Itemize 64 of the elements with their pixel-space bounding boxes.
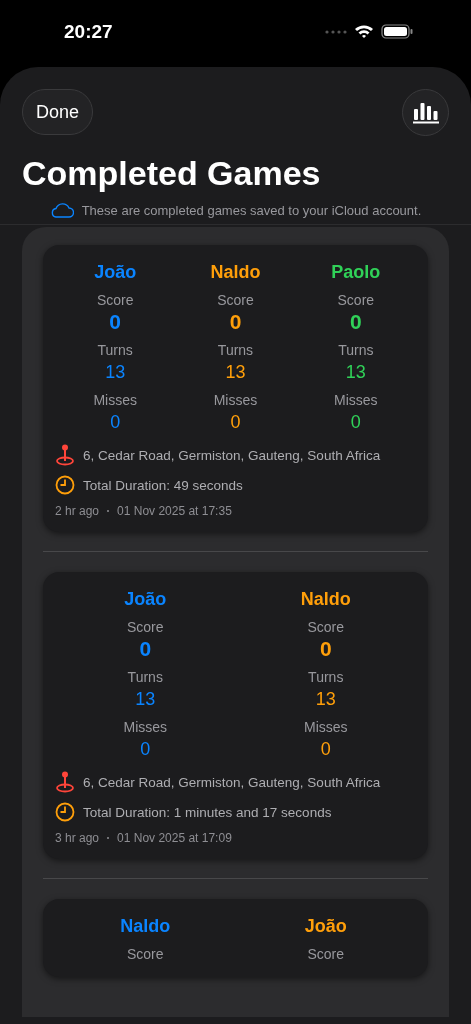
page-title: Completed Games [22,153,322,193]
game-date: 01 Nov 2025 at 17:09 [117,831,232,845]
icloud-note: These are completed games saved to your iCloud account. [81,202,422,218]
player-name: João [94,261,137,284]
stat-label: Misses [93,391,137,409]
map-pin-icon [55,771,75,793]
relative-time: 2 hr ago [55,504,100,518]
stat-value: 0 [139,636,152,662]
game-date: 01 Nov 2025 at 17:35 [117,504,232,518]
stat-label: Score [307,618,345,636]
bar-chart-icon [412,101,439,124]
stat-label: Turns [308,668,344,686]
game-card[interactable]: Naldo Score João Score [43,899,428,977]
stat-label: Turns [217,341,254,359]
stat-label: Misses [303,718,348,736]
status-time: 20:27 [64,20,113,43]
duration-text: Total Duration: 49 seconds [83,477,243,493]
stat-value: 0 [140,738,151,761]
stat-value: 0 [350,309,362,335]
stat-label: Misses [213,391,258,409]
map-pin-icon [55,444,75,466]
stat-value: 13 [345,361,366,384]
stat-label: Turns [127,668,163,686]
stat-value: 13 [105,361,126,384]
chart-button[interactable] [402,89,449,136]
stat-label: Score [96,291,134,309]
stat-label: Turns [97,341,133,359]
clock-icon [55,802,75,822]
stat-label: Score [126,618,164,636]
stat-value: 13 [135,688,156,711]
stat-value: 0 [230,411,241,434]
duration-text: Total Duration: 1 minutes and 17 seconds [83,804,332,820]
stat-label: Misses [123,718,168,736]
signal-icon [325,29,347,34]
stat-value: 0 [110,411,121,434]
player-name: Paolo [331,261,381,284]
stat-label: Score [337,291,375,309]
stat-value: 0 [319,636,332,662]
player-name: Naldo [210,261,261,284]
stat-label: Misses [334,391,378,409]
stat-label: Score [307,945,345,963]
stat-label: Turns [338,341,374,359]
player-name: Naldo [300,588,351,611]
stat-value: 0 [320,738,331,761]
game-card[interactable]: João Score 0 Turns 13 Misses 0 Naldo Score 0 Turns 13 Misses 0 Paolo Score 0 Turns 13 Misses 0 6, Cedar Road, Germiston, Gauteng, South Africa Total Duration: 49 seconds 2 hr ago 01 Nov 2025 at 17:35 [43,245,428,532]
stat-label: Score [217,291,254,309]
stat-value: 0 [109,309,121,335]
relative-time: 3 hr ago [55,831,100,845]
cloud-icon [49,202,74,218]
player-name: Naldo [120,915,171,938]
stat-value: 13 [315,688,336,711]
player-name: João [124,588,167,611]
player-name: João [304,915,347,938]
stat-value: 0 [229,309,242,335]
location-text: 6, Cedar Road, Germiston, Gauteng, South Africa [83,774,381,790]
wifi-icon [354,24,374,39]
game-card[interactable]: João Score 0 Turns 13 Misses 0 Naldo Score 0 Turns 13 Misses 0 6, Cedar Road, Germiston, Gauteng, South Africa Total Duration: 1 minutes and 17 seconds 3 hr ago 01 Nov 2025 at 17:09 [43,572,428,859]
clock-icon [55,475,75,495]
stat-value: 0 [350,411,361,434]
battery-icon [381,24,413,39]
done-button[interactable]: Done [22,89,94,135]
location-text: 6, Cedar Road, Germiston, Gauteng, South Africa [83,447,381,463]
stat-label: Score [126,945,164,963]
stat-value: 13 [225,361,246,384]
